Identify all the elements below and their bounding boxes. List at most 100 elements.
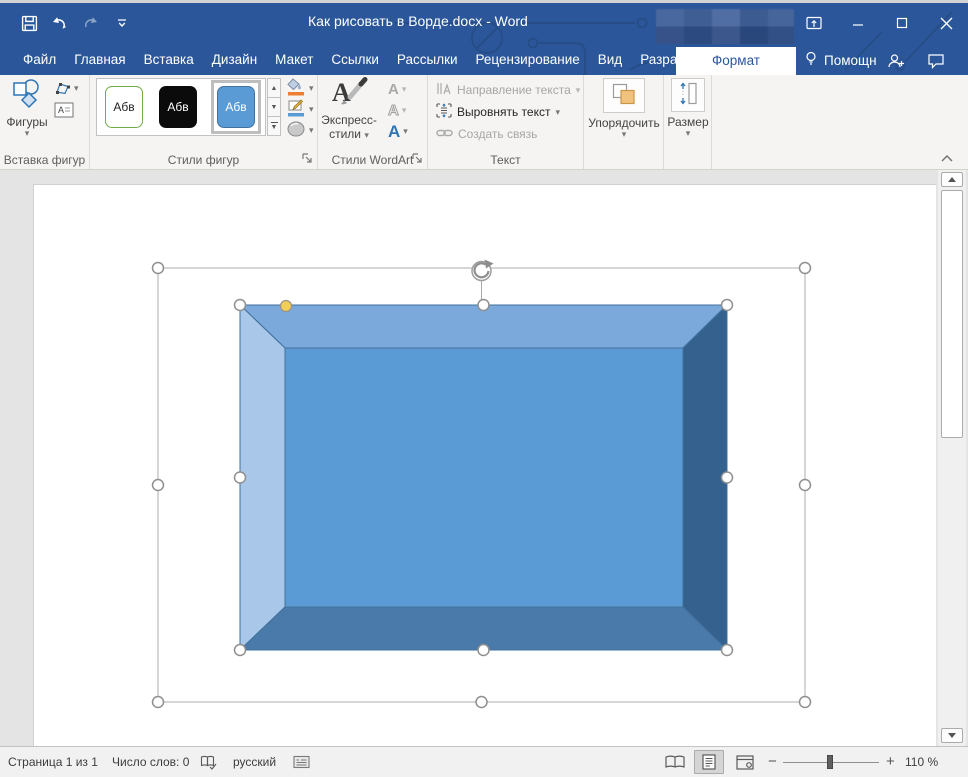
collapse-ribbon-icon[interactable] xyxy=(940,152,954,162)
proofing-icon[interactable] xyxy=(200,755,217,773)
wordart-quick-styles-icon: А xyxy=(330,77,368,110)
tab-insert[interactable]: Вставка xyxy=(135,45,203,75)
share-person-icon[interactable] xyxy=(884,49,908,73)
chain-link-icon xyxy=(436,127,453,142)
text-outline-button[interactable]: A ▾ xyxy=(388,101,406,119)
zoom-in-button[interactable]: + xyxy=(886,747,895,777)
shape-handle[interactable] xyxy=(722,472,733,483)
ribbon-display-options-icon[interactable] xyxy=(792,4,836,42)
shape-handle[interactable] xyxy=(722,645,733,656)
shape-outline-button[interactable]: ▾ xyxy=(90,99,314,119)
bevel-center-face[interactable] xyxy=(285,348,683,607)
vertical-scrollbar[interactable] xyxy=(938,170,966,746)
shapes-button[interactable]: Фигуры ▾ xyxy=(4,77,50,138)
shape-handle[interactable] xyxy=(235,472,246,483)
selection-handle[interactable] xyxy=(153,263,164,274)
bevel-left-face[interactable] xyxy=(240,305,285,650)
zoom-out-button[interactable]: − xyxy=(768,747,777,777)
bevel-right-face[interactable] xyxy=(683,305,727,650)
close-icon[interactable] xyxy=(924,4,968,42)
selection-handle[interactable] xyxy=(476,697,487,708)
tab-layout[interactable]: Макет xyxy=(266,45,322,75)
zoom-slider-thumb[interactable] xyxy=(827,755,833,769)
edit-shape-button[interactable]: ▾ xyxy=(54,81,79,96)
shape-handle[interactable] xyxy=(722,300,733,311)
undo-icon[interactable] xyxy=(49,12,71,34)
tab-view[interactable]: Вид xyxy=(589,45,631,75)
comment-icon[interactable] xyxy=(924,49,948,73)
zoom-slider[interactable] xyxy=(783,762,879,763)
shapes-dropdown-caret: ▾ xyxy=(25,129,30,138)
language-indicator[interactable]: русский xyxy=(233,747,276,777)
rotate-handle-icon[interactable] xyxy=(472,260,494,281)
quick-styles-button[interactable]: А Экспресс- стили ▾ xyxy=(320,77,378,141)
document-overlay xyxy=(0,170,968,746)
text-fill-button[interactable]: A ▾ xyxy=(388,80,406,98)
selection-handle[interactable] xyxy=(800,263,811,274)
arrange-label: Упорядочить xyxy=(588,116,659,130)
minimize-icon[interactable] xyxy=(836,4,880,42)
create-link-button[interactable]: Создать связь xyxy=(436,125,537,143)
selection-handle[interactable] xyxy=(800,480,811,491)
shape-handle[interactable] xyxy=(235,645,246,656)
tab-design[interactable]: Дизайн xyxy=(203,45,266,75)
size-button[interactable]: Размер ▾ xyxy=(666,78,710,138)
word-count[interactable]: Число слов: 0 xyxy=(112,747,189,777)
ribbon-tab-bar: Файл Главная Вставка Дизайн Макет Ссылки… xyxy=(0,45,968,75)
bevel-frame-shape[interactable] xyxy=(240,305,727,650)
group-arrange: Упорядочить ▾ xyxy=(584,75,664,169)
scroll-up-icon[interactable] xyxy=(941,172,963,187)
bevel-top-face[interactable] xyxy=(240,305,727,348)
tab-references[interactable]: Ссылки xyxy=(322,45,388,75)
page-indicator[interactable]: Страница 1 из 1 xyxy=(8,747,98,777)
assistant-label: Помощн xyxy=(824,53,877,68)
web-layout-view-icon[interactable] xyxy=(730,750,760,774)
selection-handle[interactable] xyxy=(153,480,164,491)
shape-effects-button[interactable]: ▾ xyxy=(90,120,314,140)
tab-review[interactable]: Рецензирование xyxy=(467,45,589,75)
scroll-down-icon[interactable] xyxy=(941,728,963,743)
print-layout-view-icon[interactable] xyxy=(694,750,724,774)
redo-icon[interactable] xyxy=(80,12,102,34)
zoom-level[interactable]: 110 % xyxy=(905,747,938,777)
shape-handle[interactable] xyxy=(478,300,489,311)
tab-mailings[interactable]: Рассылки xyxy=(388,45,467,75)
document-area xyxy=(0,170,968,746)
wordart-dialog-launcher-icon[interactable] xyxy=(411,152,424,165)
keyboard-language-icon[interactable] xyxy=(293,755,310,772)
shape-styles-dialog-launcher-icon[interactable] xyxy=(301,152,314,165)
svg-text:А: А xyxy=(332,78,351,107)
text-effects-button[interactable]: A ▾ xyxy=(388,122,408,140)
size-caret: ▾ xyxy=(686,129,691,138)
shape-adjustment-handle[interactable] xyxy=(281,301,292,312)
align-text-icon xyxy=(436,103,452,121)
read-mode-view-icon[interactable] xyxy=(660,750,690,774)
quick-styles-label-line2: стили ▾ xyxy=(329,127,369,141)
selection-handle[interactable] xyxy=(800,697,811,708)
tell-me-assistant[interactable]: Помощн xyxy=(804,45,877,75)
shapes-button-label: Фигуры xyxy=(6,115,47,129)
shape-handle[interactable] xyxy=(235,300,246,311)
tab-format-active[interactable]: Формат xyxy=(676,47,796,75)
shape-fill-icon xyxy=(286,78,306,99)
arrange-caret: ▾ xyxy=(622,130,627,139)
tab-file[interactable]: Файл xyxy=(14,45,65,75)
shape-fill-button[interactable]: ▾ xyxy=(90,78,314,98)
maximize-icon[interactable] xyxy=(880,4,924,42)
align-text-button[interactable]: Выровнять текст ▾ xyxy=(436,103,560,121)
shape-handle[interactable] xyxy=(478,645,489,656)
scrollbar-thumb[interactable] xyxy=(941,190,963,438)
group-insert-shapes: Фигуры ▾ ▾ A Вставка фигур xyxy=(0,75,90,169)
arrange-button[interactable]: Упорядочить ▾ xyxy=(592,78,656,139)
group-text: Направление текста ▾ Выровнять текст ▾ xyxy=(428,75,584,169)
lightbulb-icon xyxy=(804,51,818,70)
group-label-shape-styles: Стили фигур xyxy=(90,153,317,167)
text-box-button[interactable]: A xyxy=(54,102,74,121)
size-label: Размер xyxy=(667,115,708,129)
customize-qat-icon[interactable] xyxy=(111,12,133,34)
text-direction-button[interactable]: Направление текста ▾ xyxy=(436,81,580,99)
tab-home[interactable]: Главная xyxy=(65,45,134,75)
selection-handle[interactable] xyxy=(153,697,164,708)
bevel-bottom-face[interactable] xyxy=(240,607,727,650)
save-icon[interactable] xyxy=(18,12,40,34)
